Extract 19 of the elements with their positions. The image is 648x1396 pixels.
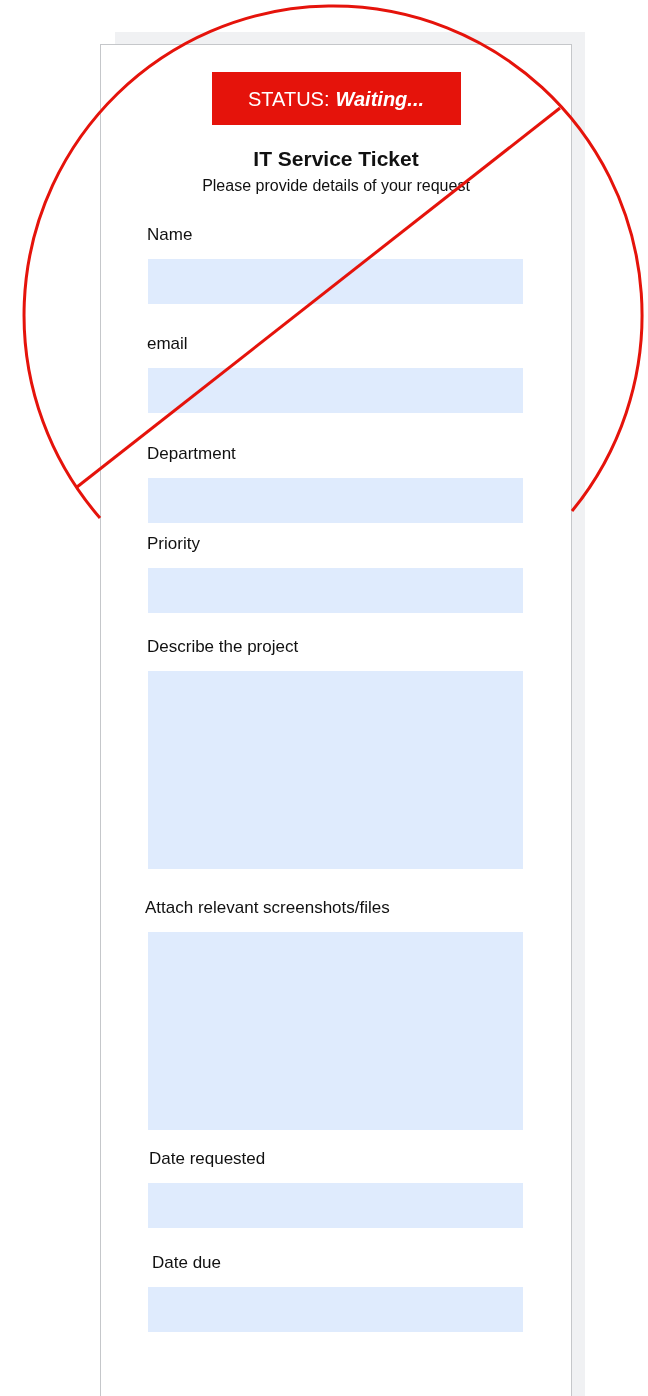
status-label: STATUS: [248,86,330,112]
field-label: Name [147,225,193,244]
input-field[interactable] [148,1287,523,1332]
input-field[interactable] [148,1183,523,1228]
input-field[interactable] [148,568,523,613]
field-label: Date requested [149,1149,266,1168]
text-area[interactable] [148,671,523,869]
status-value: Waiting... [335,86,424,112]
field-label: email [147,334,188,353]
form-title: IT Service Ticket [252,146,420,172]
field-label: Department [147,444,236,463]
field-label: Describe the project [147,637,299,656]
field-label: Priority [147,534,200,553]
input-field[interactable] [148,368,523,413]
input-field[interactable] [148,478,523,523]
field-label: Attach relevant screenshots/files [145,898,390,917]
field-label: Date due [152,1253,221,1272]
text-area[interactable] [148,932,523,1130]
input-field[interactable] [148,259,523,304]
